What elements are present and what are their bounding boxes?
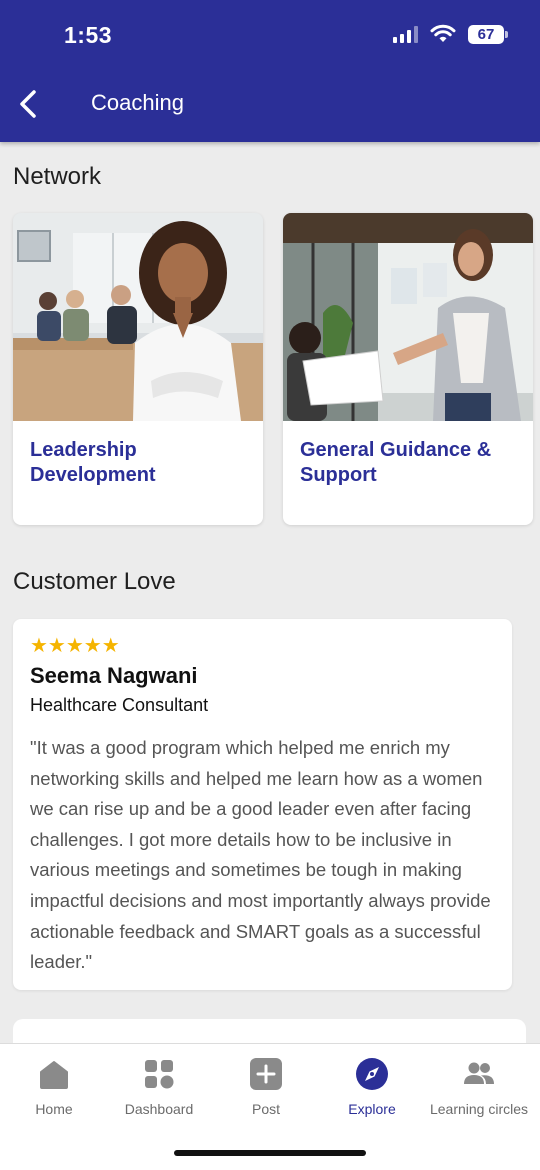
status-icons: 67: [393, 24, 508, 44]
nav-label: Learning circles: [429, 1101, 529, 1117]
back-button[interactable]: [14, 86, 42, 122]
reviewer-name: Seema Nagwani: [30, 663, 198, 688]
network-card-label: General Guidance & Support: [300, 439, 492, 486]
businesswoman-portrait-image: [13, 213, 263, 421]
nav-dashboard[interactable]: Dashboard: [105, 1044, 213, 1134]
home-indicator: [174, 1150, 366, 1156]
review-text: "It was a good program which helped me e…: [30, 737, 491, 973]
nav-home[interactable]: Home: [0, 1044, 108, 1134]
reviewer-role: Healthcare Consultant: [30, 695, 209, 715]
nav-explore[interactable]: Explore: [318, 1044, 426, 1134]
coaching-screen: 1:53 67 Coaching Network Leadership Deve…: [0, 0, 540, 1170]
plus-icon: [250, 1058, 282, 1090]
people-icon: [464, 1062, 494, 1084]
office-meeting-image: [283, 213, 533, 421]
nav-post[interactable]: Post: [212, 1044, 320, 1134]
page-title: Coaching: [91, 90, 184, 115]
wifi-icon: [430, 24, 456, 42]
nav-learning-circles[interactable]: Learning circles: [425, 1044, 533, 1134]
star-rating: ★★★★★: [30, 635, 120, 657]
signal-icon: [393, 25, 418, 43]
battery-icon: 67: [468, 24, 508, 44]
review-card: ★★★★★ Seema Nagwani Healthcare Consultan…: [13, 619, 512, 990]
customer-love-section-title: Customer Love: [13, 568, 176, 595]
status-time: 1:53: [64, 22, 113, 48]
app-header: 1:53 67 Coaching: [0, 0, 540, 142]
network-card-guidance[interactable]: General Guidance & Support: [283, 213, 533, 525]
compass-icon: [356, 1058, 388, 1090]
network-card-leadership[interactable]: Leadership Development: [13, 213, 263, 525]
network-section-title: Network: [13, 163, 102, 190]
dashboard-icon: [145, 1060, 174, 1089]
home-icon: [40, 1061, 68, 1089]
network-card-label: Leadership Development: [30, 439, 156, 486]
